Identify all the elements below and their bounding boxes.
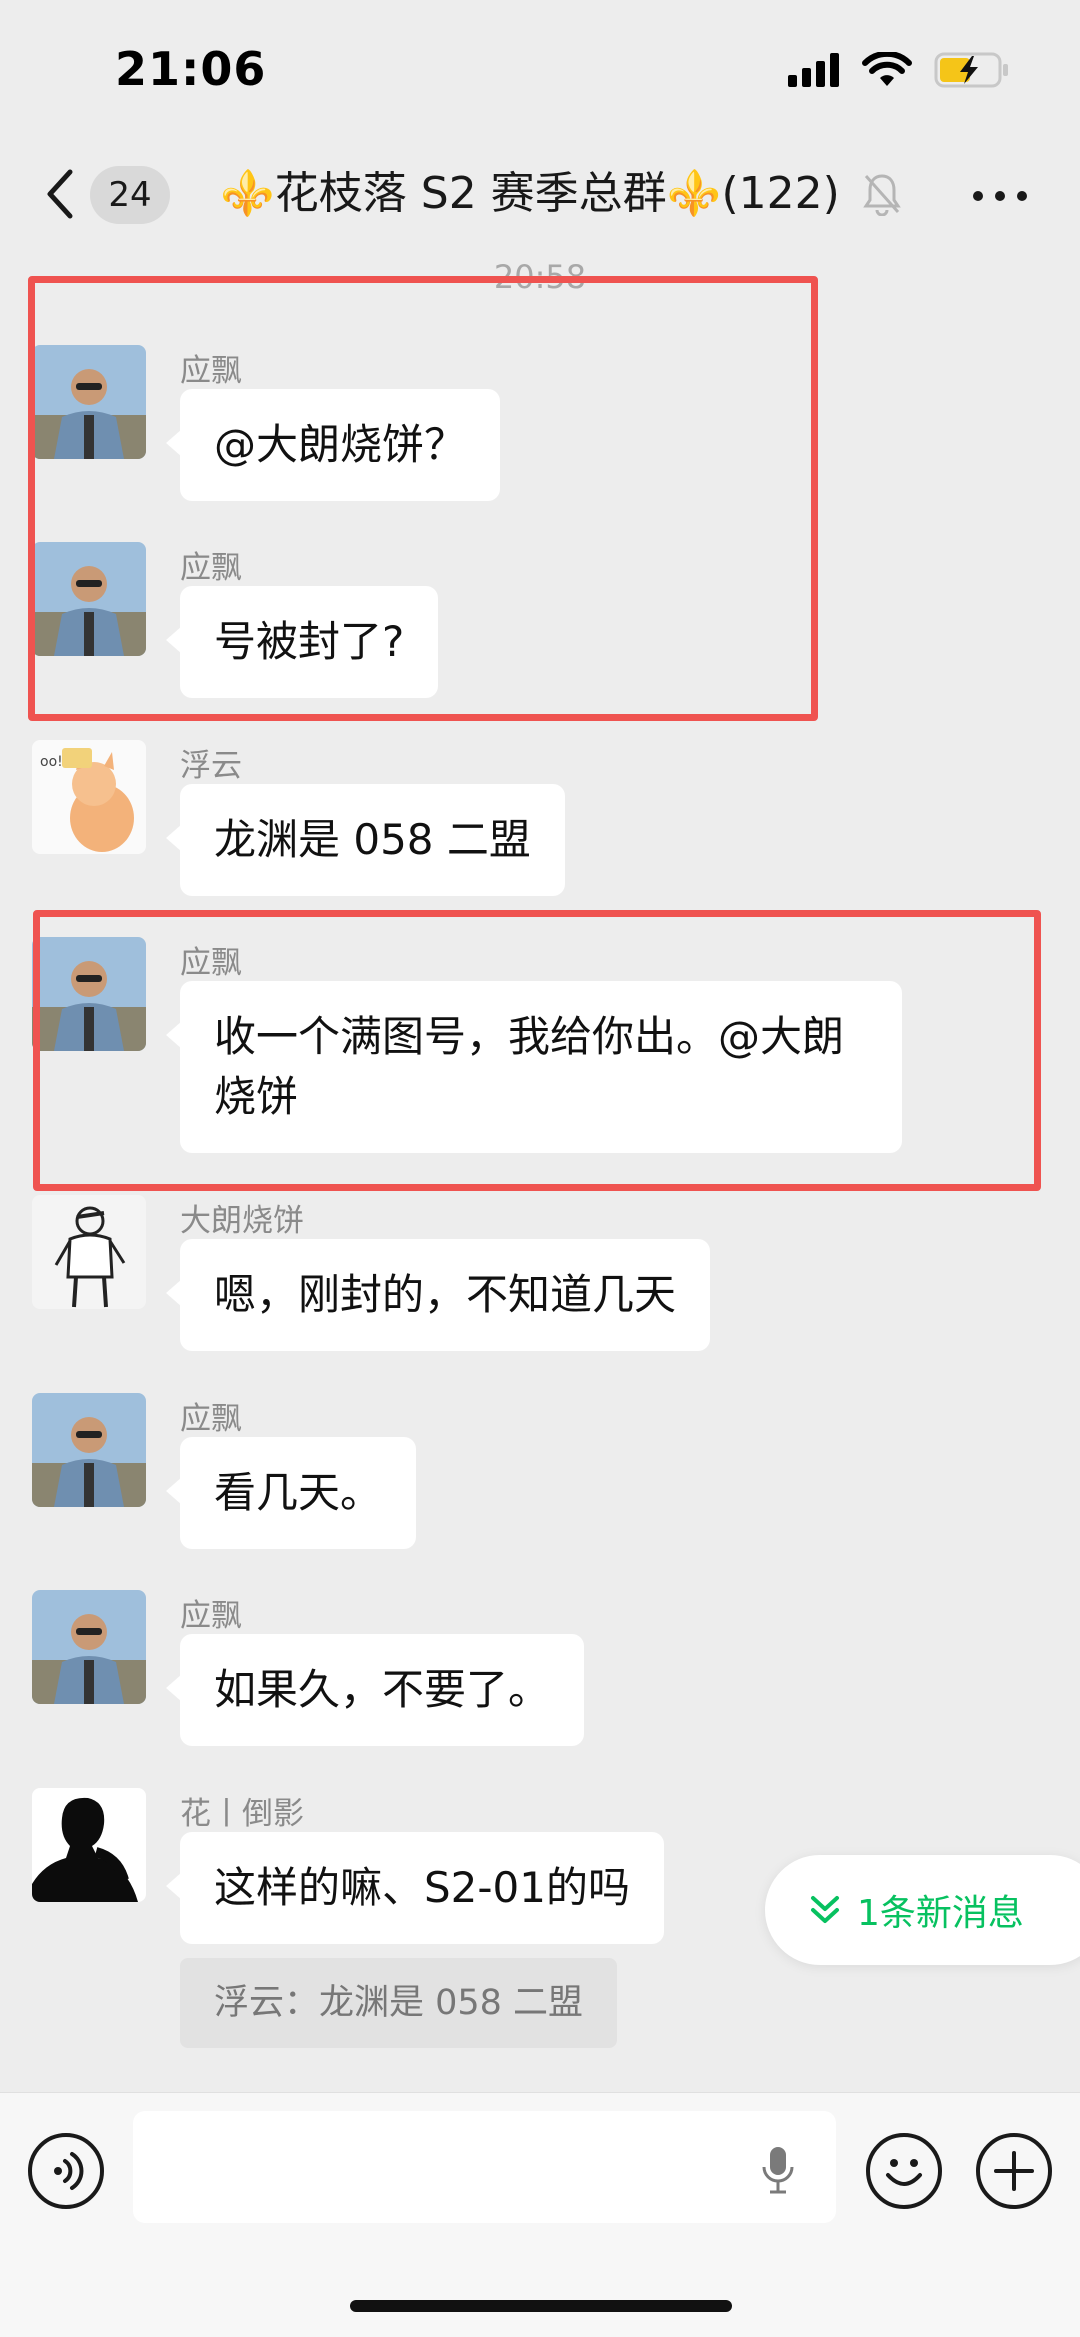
microphone-icon[interactable] <box>760 2145 796 2195</box>
person-sunglasses-avatar[interactable] <box>32 1590 146 1704</box>
message-bubble[interactable]: 号被封了? <box>165 586 439 698</box>
chat-title[interactable]: ⚜️花枝落 S2 赛季总群⚜️(122) <box>220 162 880 226</box>
sender-name: 浮云 <box>180 748 242 784</box>
chat-header: 24 ⚜️花枝落 S2 赛季总群⚜️(122) <box>0 140 1080 250</box>
signal-icon <box>788 53 839 87</box>
mute-bell-icon <box>863 174 901 216</box>
message-bubble[interactable]: 龙渊是 058 二盟 <box>166 784 565 896</box>
person-sunglasses-avatar[interactable] <box>32 937 146 1051</box>
silhouette-avatar[interactable] <box>32 1788 146 1902</box>
smiley-icon <box>886 2159 922 2186</box>
sender-name: 应飘 <box>180 1401 242 1437</box>
timestamp-divider: 20:58 <box>493 258 587 296</box>
voice-mode-button[interactable] <box>28 2133 104 2209</box>
sender-name: 应飘 <box>180 1598 242 1634</box>
voice-wave-icon <box>54 2152 84 2190</box>
emoji-button[interactable] <box>866 2133 942 2209</box>
message-bubble[interactable]: 看几天。 <box>165 1437 417 1549</box>
person-sunglasses-avatar[interactable] <box>32 345 146 459</box>
status-icons <box>788 50 1010 90</box>
back-chevron-icon[interactable] <box>40 164 80 224</box>
unread-count-badge[interactable]: 24 <box>90 166 170 224</box>
sketch-man-avatar[interactable] <box>32 1195 146 1309</box>
wifi-icon <box>862 52 912 86</box>
quoted-message[interactable]: 浮云：龙渊是 058 二盟 <box>180 1958 618 2048</box>
new-message-label: 1条新消息 <box>857 1893 1024 1934</box>
person-sunglasses-avatar[interactable] <box>32 542 146 656</box>
message-input[interactable] <box>133 2111 836 2223</box>
more-options-icon[interactable] <box>970 176 1030 216</box>
sender-name: 应飘 <box>180 353 242 389</box>
home-indicator <box>350 2300 732 2312</box>
svg-text:oo!: oo! <box>40 754 63 770</box>
sender-name: 应飘 <box>180 945 242 981</box>
sender-name: 大朗烧饼 <box>180 1203 304 1239</box>
sender-name: 应飘 <box>180 550 242 586</box>
battery-charging-icon <box>934 52 1008 88</box>
message-bubble[interactable]: 这样的嘛、S2-01的吗 <box>166 1832 664 1944</box>
status-bar: 21:06 <box>0 0 1080 140</box>
new-message-indicator[interactable]: 1条新消息 <box>765 1855 1080 1965</box>
message-bubble[interactable]: 嗯，刚封的，不知道几天 <box>165 1239 711 1351</box>
message-bubble[interactable]: 如果久，不要了。 <box>165 1634 585 1746</box>
double-chevron-down-icon <box>811 1896 839 1923</box>
sender-name: 花丨倒影 <box>180 1796 304 1832</box>
plus-icon <box>994 2151 1034 2191</box>
message-bubble[interactable]: @大朗烧饼？ <box>165 389 501 501</box>
message-bubble[interactable]: 收一个满图号，我给你出。@大朗烧饼 <box>166 981 902 1153</box>
more-actions-button[interactable] <box>976 2133 1052 2209</box>
status-time: 21:06 <box>115 42 267 96</box>
person-sunglasses-avatar[interactable] <box>32 1393 146 1507</box>
cartoon-cat-avatar[interactable]: oo! <box>32 740 146 854</box>
